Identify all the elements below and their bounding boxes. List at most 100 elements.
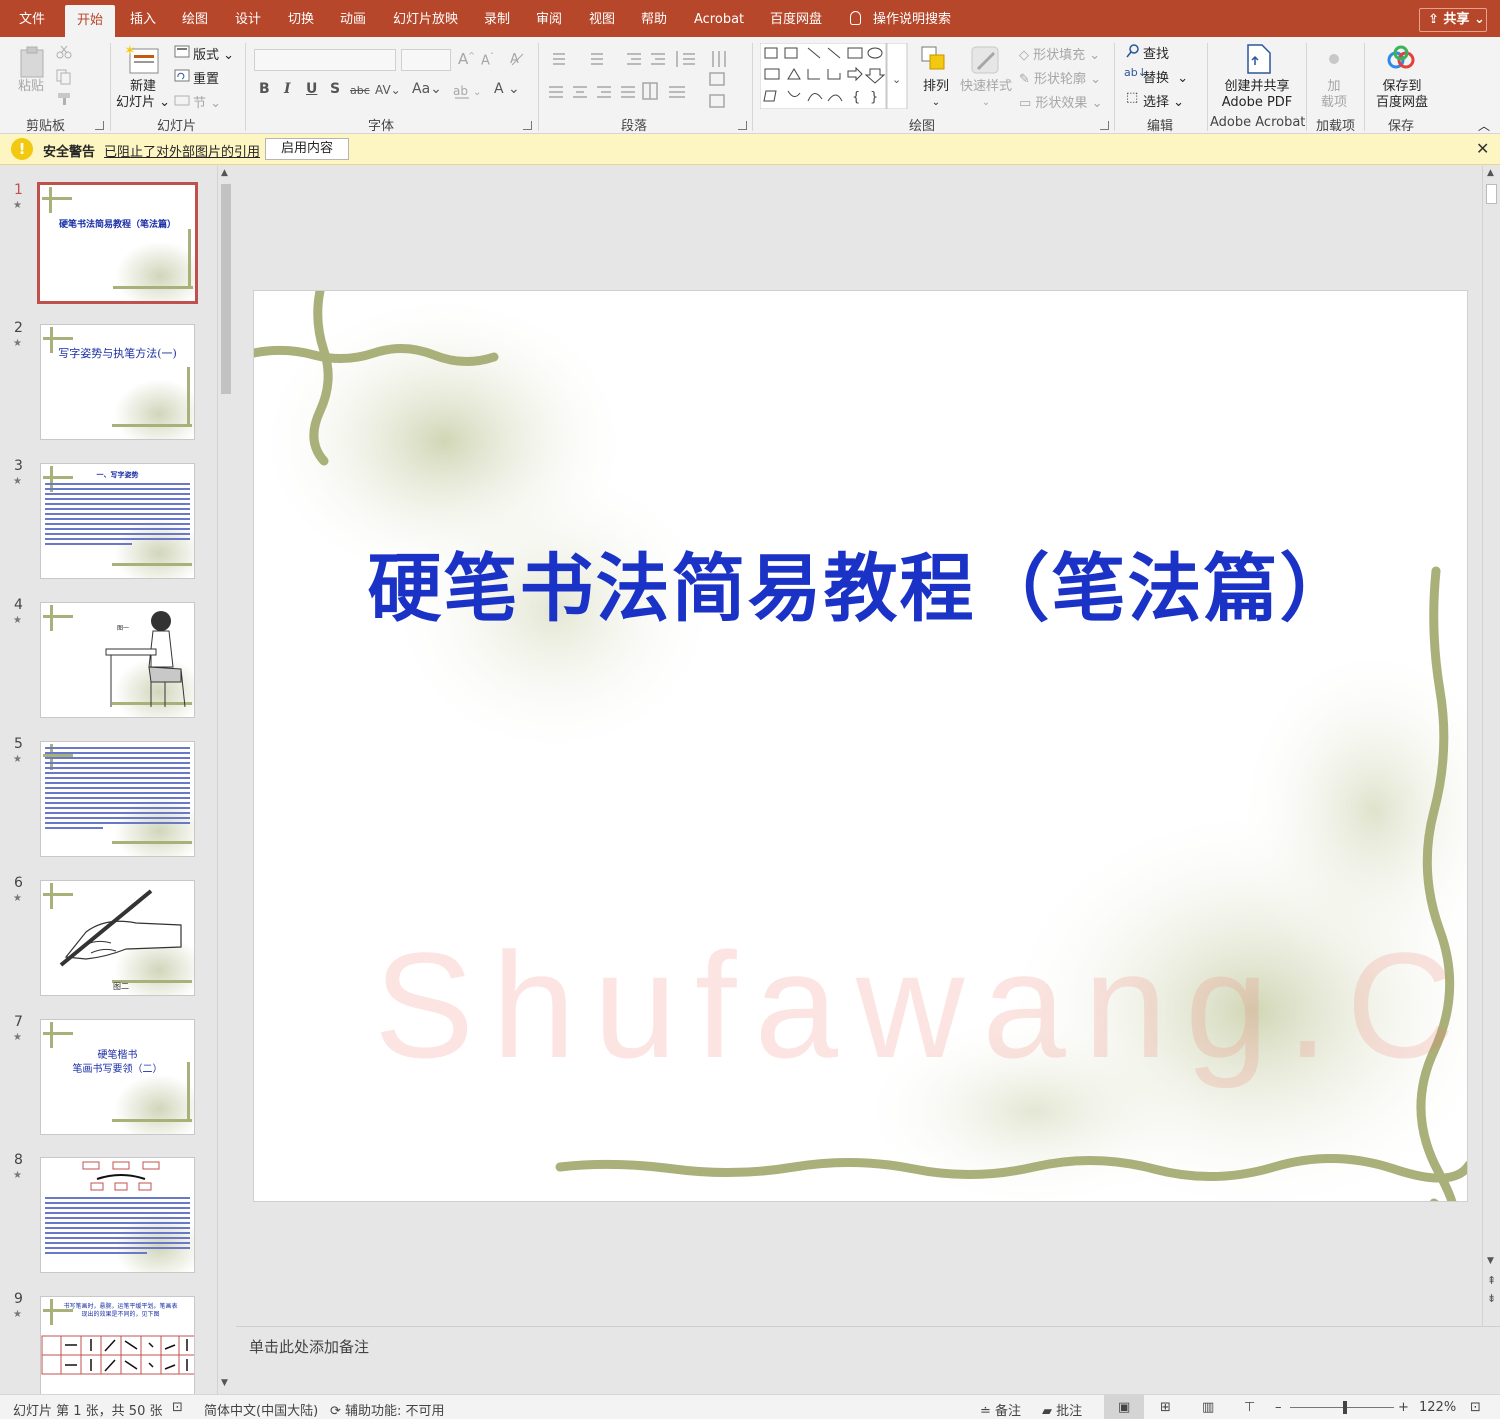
notes-placeholder[interactable]: 单击此处添加备注 xyxy=(249,1336,369,1357)
reset-button[interactable]: 重置 xyxy=(193,68,219,87)
shape-outline-button[interactable]: ✎ 形状轮廓 ⌄ xyxy=(1019,68,1101,87)
section-icon xyxy=(174,95,190,106)
thumbnail-scroll-thumb[interactable] xyxy=(221,184,231,394)
zoom-slider[interactable] xyxy=(1290,1407,1394,1408)
scroll-down-icon[interactable]: ▼ xyxy=(1487,1256,1494,1266)
tab-file[interactable]: 文件 xyxy=(19,0,45,37)
save-to-baidu-button[interactable]: 保存到 百度网盘 xyxy=(1372,79,1432,111)
decrease-font-size-icon[interactable]: Aˇ xyxy=(481,52,494,68)
tab-transitions[interactable]: 切换 xyxy=(288,0,314,37)
shapes-gallery[interactable]: {} ⌄ xyxy=(760,43,910,109)
font-color-button[interactable]: A ⌄ xyxy=(494,81,520,97)
thumbnail-slide-8[interactable] xyxy=(40,1157,195,1273)
tab-draw[interactable]: 绘图 xyxy=(182,0,208,37)
format-painter-icon[interactable] xyxy=(56,92,72,106)
character-spacing-button[interactable]: AV⌄ xyxy=(375,83,401,97)
scroll-down-icon[interactable]: ▼ xyxy=(221,1378,228,1388)
tab-slideshow[interactable]: 幻灯片放映 xyxy=(393,0,458,37)
highlight-color-icon[interactable]: ab ⌄ xyxy=(453,82,483,100)
text-shadow-button[interactable]: S xyxy=(330,81,340,97)
thumbnail-slide-1[interactable]: 硬笔书法简易教程（笔法篇） xyxy=(37,182,198,304)
slideshow-view-icon[interactable]: ⊤ xyxy=(1244,1400,1255,1415)
addins-button[interactable]: 加载项 xyxy=(1312,79,1356,111)
paragraph-launcher-icon[interactable] xyxy=(738,121,747,130)
next-slide-icon[interactable]: ⇟ xyxy=(1487,1292,1496,1305)
drawing-launcher-icon[interactable] xyxy=(1100,121,1109,130)
slide-sorter-view-icon[interactable]: ⊞ xyxy=(1160,1400,1171,1415)
notes-pane[interactable]: 单击此处添加备注 xyxy=(236,1326,1500,1394)
reading-view-icon[interactable]: ▥ xyxy=(1202,1400,1214,1415)
bold-button[interactable]: B xyxy=(259,81,270,97)
tab-view[interactable]: 视图 xyxy=(589,0,615,37)
thumbnail-slide-6[interactable]: 图二 xyxy=(40,880,195,996)
change-case-button[interactable]: Aa⌄ xyxy=(412,81,442,97)
thumbnail-slide-4[interactable]: 图一 xyxy=(40,602,195,718)
accessibility-indicator[interactable]: ⟳ 辅助功能: 不可用 xyxy=(330,1400,445,1419)
thumbnail-slide-2[interactable]: 写字姿势与执笔方法(一) xyxy=(40,324,195,440)
copy-icon[interactable] xyxy=(56,69,72,85)
zoom-out-icon[interactable]: – xyxy=(1275,1400,1282,1415)
slide-title[interactable]: 硬笔书法简易教程（笔法篇） xyxy=(254,529,1467,636)
spelling-check-icon[interactable]: ⊡ xyxy=(172,1400,183,1415)
paragraph-tools-icons[interactable] xyxy=(545,49,740,119)
zoom-level[interactable]: 122% xyxy=(1419,1400,1456,1415)
layout-button[interactable]: 版式 ⌄ xyxy=(193,44,234,63)
collapse-ribbon-icon[interactable]: ︿ xyxy=(1478,117,1490,134)
replace-button[interactable]: 替换 ⌄ xyxy=(1143,67,1188,86)
font-launcher-icon[interactable] xyxy=(523,121,532,130)
notes-toggle-button[interactable]: ≐ 备注 xyxy=(980,1400,1021,1419)
previous-slide-icon[interactable]: ⇞ xyxy=(1487,1274,1496,1287)
close-icon[interactable]: ✕ xyxy=(1476,139,1489,158)
language-indicator[interactable]: 简体中文(中国大陆) xyxy=(204,1400,318,1419)
strikethrough-button[interactable]: abc xyxy=(350,84,370,97)
slide-count-indicator[interactable]: 幻灯片 第 1 张，共 50 张 xyxy=(13,1400,162,1419)
tab-help[interactable]: 帮助 xyxy=(641,0,667,37)
font-name-combo[interactable] xyxy=(254,49,396,71)
tab-acrobat[interactable]: Acrobat xyxy=(694,0,744,37)
blocked-images-link[interactable]: 已阻止了对外部图片的引用 xyxy=(104,141,260,160)
tab-animations[interactable]: 动画 xyxy=(340,0,366,37)
arrange-button[interactable]: 排列 ⌄ xyxy=(918,79,954,111)
tab-home[interactable]: 开始 xyxy=(65,5,116,37)
slide-scrollbar[interactable]: ▲ ▼ ⇞ ⇟ xyxy=(1482,166,1500,1326)
tab-review[interactable]: 审阅 xyxy=(536,0,562,37)
paste-button[interactable]: 粘贴 xyxy=(10,79,52,95)
current-slide[interactable]: 硬笔书法简易教程（笔法篇） Shufawang.CN xyxy=(253,290,1468,1202)
share-button[interactable]: ⇪ 共享 ⌄ xyxy=(1419,8,1487,32)
find-button[interactable]: 查找 xyxy=(1143,43,1169,62)
underline-button[interactable]: U xyxy=(306,81,317,97)
italic-button[interactable]: I xyxy=(284,81,291,97)
fit-to-window-icon[interactable]: ⊡ xyxy=(1470,1400,1481,1415)
scroll-up-icon[interactable]: ▲ xyxy=(221,168,228,178)
enable-content-button[interactable]: 启用内容 xyxy=(265,138,349,160)
tab-design[interactable]: 设计 xyxy=(235,0,261,37)
tab-baidu-netdisk[interactable]: 百度网盘 xyxy=(770,0,822,37)
tab-insert[interactable]: 插入 xyxy=(130,0,156,37)
select-button[interactable]: 选择 ⌄ xyxy=(1143,91,1184,110)
thumbnail-slide-9[interactable]: 书写笔画时，悬腕，运笔平缓平划。笔画表现出的效果是不同的，见下图 xyxy=(40,1296,195,1394)
thumbnail-slide-3[interactable]: 一、写字姿势 xyxy=(40,463,195,579)
thumbnail-slide-7[interactable]: 硬笔楷书 笔画书写要领（二） xyxy=(40,1019,195,1135)
quick-styles-button[interactable]: 快速样式 ⌄ xyxy=(958,79,1014,111)
tab-record[interactable]: 录制 xyxy=(484,0,510,37)
slide-scroll-thumb[interactable] xyxy=(1486,184,1497,204)
shape-fill-button[interactable]: ◇ 形状填充 ⌄ xyxy=(1019,44,1100,63)
cut-icon[interactable] xyxy=(56,45,72,59)
tell-me-search[interactable]: 操作说明搜索 xyxy=(850,0,951,37)
increase-font-size-icon[interactable]: A^ xyxy=(458,50,475,68)
zoom-slider-thumb[interactable] xyxy=(1343,1401,1347,1414)
thumbnail-scrollbar[interactable]: ▲ ▼ xyxy=(217,166,234,1394)
thumbnail-title: 一、写字姿势 xyxy=(96,470,139,479)
clipboard-launcher-icon[interactable] xyxy=(95,121,104,130)
thumbnail-slide-5[interactable] xyxy=(40,741,195,857)
new-slide-button[interactable]: 新建 幻灯片 ⌄ xyxy=(114,79,172,111)
zoom-in-icon[interactable]: + xyxy=(1398,1400,1409,1415)
shape-effects-button[interactable]: ▭ 形状效果 ⌄ xyxy=(1019,92,1102,111)
section-button[interactable]: 节 ⌄ xyxy=(193,92,221,111)
scroll-up-icon[interactable]: ▲ xyxy=(1487,168,1494,178)
font-size-combo[interactable] xyxy=(401,49,451,71)
clear-formatting-icon[interactable]: A xyxy=(509,51,525,67)
normal-view-icon: ▣ xyxy=(1118,1400,1131,1415)
comments-toggle-button[interactable]: ▰ 批注 xyxy=(1042,1400,1082,1419)
create-share-pdf-button[interactable]: 创建并共享 Adobe PDF xyxy=(1212,79,1302,111)
